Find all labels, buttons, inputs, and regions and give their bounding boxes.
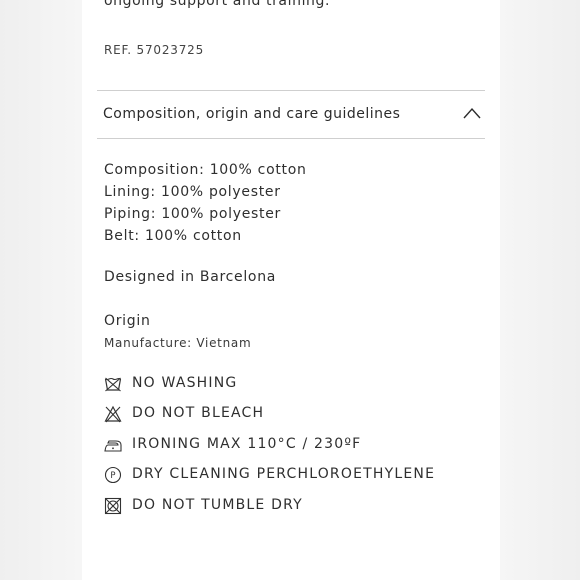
accordion-title: Composition, origin and care guidelines xyxy=(103,106,401,122)
dry-clean-p-icon: P xyxy=(104,467,122,484)
no-washing-icon xyxy=(104,377,122,392)
description-tail: ongoing support and training. xyxy=(104,0,331,9)
care-label: NO WASHING xyxy=(132,375,238,391)
product-details-panel: ongoing support and training. REF. 57023… xyxy=(82,0,500,580)
piping-line: Piping: 100% polyester xyxy=(104,206,281,222)
belt-line: Belt: 100% cotton xyxy=(104,228,242,244)
chevron-up-icon[interactable] xyxy=(463,107,481,119)
lining-line: Lining: 100% polyester xyxy=(104,184,281,200)
manufacture-country: Manufacture: Vietnam xyxy=(104,336,252,350)
care-label: DRY CLEANING PERCHLOROETHYLENE xyxy=(132,466,436,483)
care-label: DO NOT BLEACH xyxy=(132,405,265,422)
care-label: DO NOT TUMBLE DRY xyxy=(132,496,303,513)
svg-text:P: P xyxy=(110,471,115,481)
composition-line: Composition: 100% cotton xyxy=(104,162,307,178)
divider-bottom xyxy=(97,138,485,139)
care-label: IRONING MAX 110°C / 230ºF xyxy=(132,435,362,452)
composition-accordion-toggle[interactable]: Composition, origin and care guidelines xyxy=(97,91,485,138)
iron-icon xyxy=(104,440,122,452)
do-not-tumble-dry-icon xyxy=(104,497,122,514)
product-reference: REF. 57023725 xyxy=(104,43,205,57)
right-margin xyxy=(498,0,580,580)
composition-list: Composition: 100% cotton Lining: 100% po… xyxy=(104,159,307,247)
designed-in: Designed in Barcelona xyxy=(104,269,277,285)
origin-heading: Origin xyxy=(104,313,151,329)
left-margin xyxy=(0,0,82,580)
do-not-bleach-icon xyxy=(104,406,122,423)
